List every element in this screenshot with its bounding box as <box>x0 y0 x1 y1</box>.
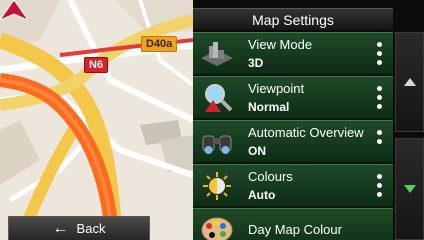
map-settings-panel: Map Settings View Mode 3D Viewpoint Norm… <box>193 0 424 240</box>
menu-item-name: Automatic Overview <box>248 125 364 140</box>
road-badge-n6: N6 <box>84 57 109 73</box>
road-badge-d40a: D40a <box>141 36 178 52</box>
menu-item-value: Auto <box>248 188 276 202</box>
menu-item-automatic-overview[interactable]: Automatic Overview ON <box>193 120 393 163</box>
settings-menu: View Mode 3D Viewpoint Normal Automatic … <box>193 32 393 240</box>
position-arrow-icon <box>0 0 28 21</box>
chevron-up-icon <box>403 78 416 86</box>
chevron-down-icon <box>403 185 416 193</box>
magnifier-viewpoint-icon <box>205 84 233 112</box>
menu-item-value: 3D <box>248 56 264 70</box>
menu-item-name: Day Map Colour <box>248 222 342 237</box>
options-dots-icon <box>377 86 383 109</box>
arrow-left-icon: ← <box>52 219 69 237</box>
map-3d-icon <box>201 42 233 66</box>
day-night-icon <box>203 172 231 200</box>
menu-item-colours[interactable]: Colours Auto <box>193 164 393 207</box>
menu-item-name: Viewpoint <box>248 81 305 96</box>
palette-icon <box>201 217 233 240</box>
back-button-label: Back <box>76 221 106 236</box>
menu-item-value: ON <box>248 144 266 158</box>
menu-item-value: Normal <box>248 100 290 114</box>
binoculars-icon <box>202 135 232 154</box>
options-dots-icon <box>377 42 383 65</box>
menu-item-day-map-colour[interactable]: Day Map Colour <box>193 208 393 240</box>
panel-title: Map Settings <box>193 8 393 30</box>
options-dots-icon <box>377 130 383 144</box>
menu-item-name: View Mode <box>248 37 313 52</box>
options-dots-icon <box>377 174 383 197</box>
scroll-down-button[interactable] <box>395 138 424 240</box>
menu-item-name: Colours <box>248 169 293 184</box>
scroll-controls <box>395 32 424 240</box>
menu-item-view-mode[interactable]: View Mode 3D <box>193 32 393 75</box>
back-button[interactable]: ← Back <box>8 216 150 240</box>
scroll-up-button[interactable] <box>395 32 424 132</box>
menu-item-viewpoint[interactable]: Viewpoint Normal <box>193 76 393 119</box>
map-view[interactable]: D40a N6 ← Back <box>0 0 193 240</box>
